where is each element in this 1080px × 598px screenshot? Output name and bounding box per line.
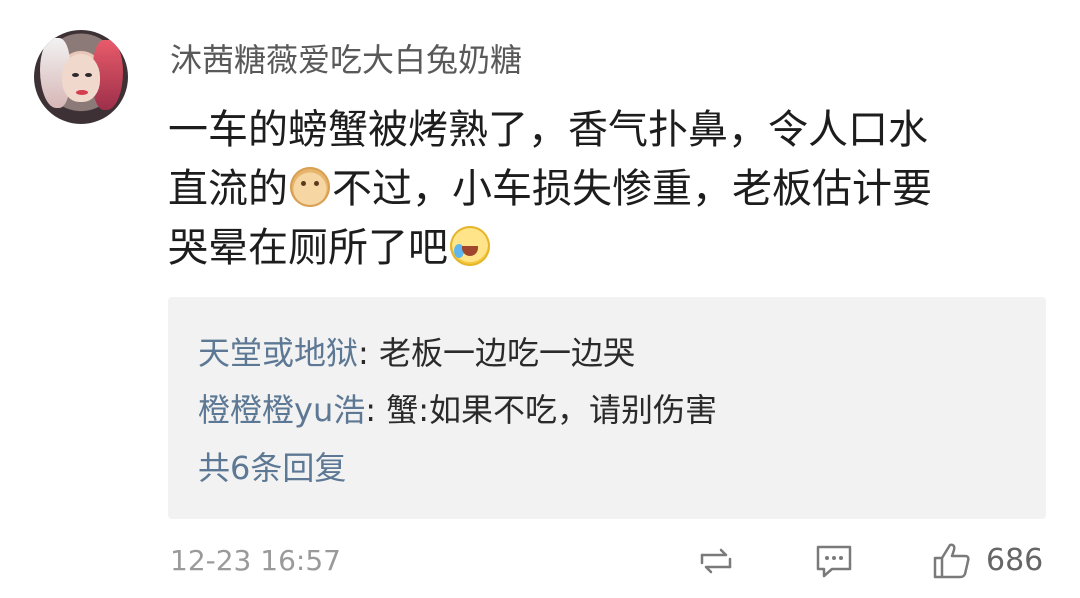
reply-item[interactable]: 橙橙橙yu浩: 蟹:如果不吃，请别伤害 — [198, 390, 717, 430]
like-count: 686 — [986, 543, 1044, 578]
reply-box[interactable]: 天堂或地狱: 老板一边吃一边哭 橙橙橙yu浩: 蟹:如果不吃，请别伤害 共6条回… — [168, 297, 1046, 519]
timestamp: 12-23 16:57 — [170, 544, 341, 577]
username[interactable]: 沐茜糖薇爱吃大白兔奶糖 — [170, 40, 522, 80]
reply-author[interactable]: 橙橙橙yu浩 — [198, 391, 365, 429]
avatar-eye-right — [85, 73, 92, 77]
repost-icon — [700, 548, 732, 574]
comment-button[interactable] — [812, 541, 856, 581]
thumbs-up-icon — [933, 543, 970, 579]
avatar-lips — [76, 90, 88, 95]
avatar[interactable] — [34, 30, 128, 124]
avatar-eye-left — [72, 73, 79, 77]
more-replies-link[interactable]: 共6条回复 — [198, 448, 346, 488]
comment-icon — [816, 545, 852, 578]
comment-body: 一车的螃蟹被烤熟了，香气扑鼻，令人口水 直流的 不过，小车损失惨重，老板估计要 哭… — [168, 101, 1048, 278]
reply-item[interactable]: 天堂或地狱: 老板一边吃一边哭 — [198, 333, 635, 373]
reply-text: : 老板一边吃一边哭 — [358, 334, 635, 372]
reply-text: : 蟹:如果不吃，请别伤害 — [365, 391, 717, 429]
repost-button[interactable] — [694, 541, 738, 581]
doge-icon — [290, 167, 330, 207]
comment-text-line-3: 哭晕在厕所了吧 — [168, 225, 448, 271]
comment-text-line-2b: 不过，小车损失惨重，老板估计要 — [332, 166, 932, 212]
comment-text-line-1: 一车的螃蟹被烤熟了，香气扑鼻，令人口水 — [168, 107, 928, 153]
laugh-cry-icon — [450, 226, 490, 266]
comment-text-line-2a: 直流的 — [168, 166, 288, 212]
comment-card: 沐茜糖薇爱吃大白兔奶糖 一车的螃蟹被烤熟了，香气扑鼻，令人口水 直流的 不过，小车… — [0, 0, 1080, 598]
like-button[interactable]: 686 — [930, 541, 1043, 581]
reply-author[interactable]: 天堂或地狱 — [198, 334, 358, 372]
